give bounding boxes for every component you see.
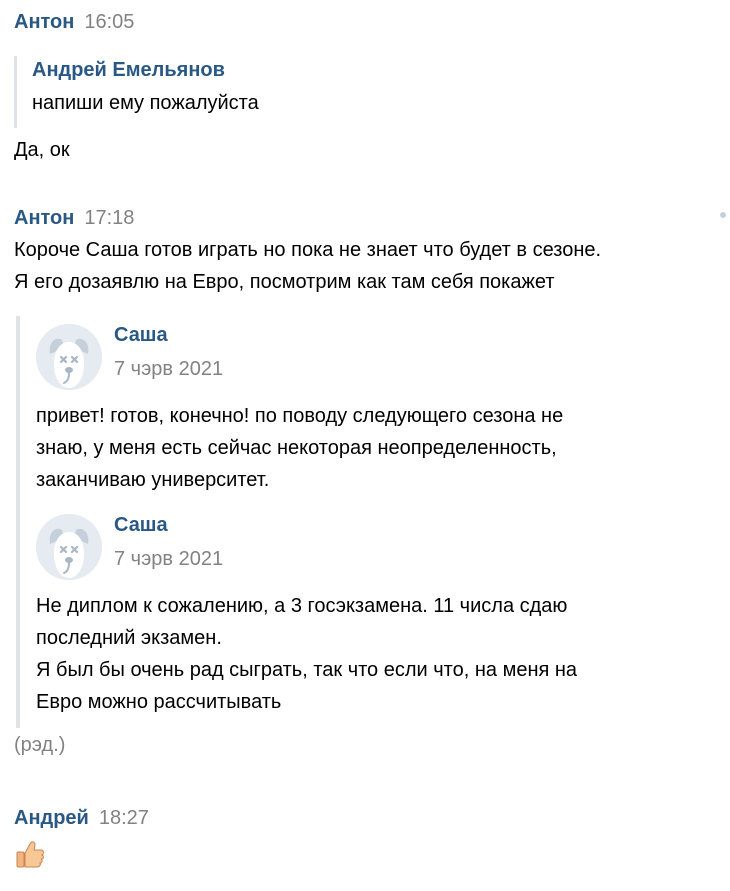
forwarded-author[interactable]: Саша xyxy=(114,322,168,348)
thumbs-up-icon xyxy=(14,838,46,870)
forwarded-text-line: Я был бы очень рад сыграть, так что если… xyxy=(36,659,578,681)
message-text: Да, ок xyxy=(14,139,70,161)
quote-author[interactable]: Андрей Емельянов xyxy=(32,56,259,84)
message-header: Антон 17:18 xyxy=(14,206,720,230)
author-name[interactable]: Антон xyxy=(14,207,74,229)
forwarded-date[interactable]: 7 чэрв 2021 xyxy=(114,546,223,572)
message-time[interactable]: 18:27 xyxy=(99,807,149,829)
forwarded-text-line: последний экзамен. xyxy=(36,627,222,649)
message-time[interactable]: 16:05 xyxy=(84,11,134,33)
avatar[interactable] xyxy=(36,514,102,580)
forwarded-text-line: Не диплом к сожалению, а 3 госэкзамена. … xyxy=(36,595,568,617)
forwarded-text: привет! готов, конечно! по поводу следую… xyxy=(36,400,563,496)
avatar[interactable] xyxy=(36,324,102,390)
forwarded-text: Не диплом к сожалению, а 3 госэкзамена. … xyxy=(36,590,577,718)
forwarded-text-line: заканчиваю университет. xyxy=(36,469,270,491)
chat-history: Антон 16:05 Андрей Емельянов напиши ему п… xyxy=(0,0,730,891)
message-text-line: Короче Саша готов играть но пока не знае… xyxy=(14,239,602,261)
author-name[interactable]: Антон xyxy=(14,11,74,33)
message-group: Антон 16:05 Андрей Емельянов напиши ему п… xyxy=(14,10,720,161)
deactivated-dog-icon xyxy=(36,514,102,580)
deactivated-dog-icon xyxy=(36,324,102,390)
forwarded-messages: Саша 7 чэрв 2021 привет! готов, конечно!… xyxy=(16,316,720,728)
message-header: Антон 16:05 xyxy=(14,10,720,34)
message-group: Андрей 18:27 xyxy=(14,806,720,868)
message-header: Андрей 18:27 xyxy=(14,806,720,830)
forwarded-author[interactable]: Саша xyxy=(114,512,168,538)
forwarded-text-line: знаю, у меня есть сейчас некоторая неопр… xyxy=(36,437,557,459)
forwarded-text-line: Евро можно рассчитывать xyxy=(36,691,282,713)
quote-text: напиши ему пожалуйста xyxy=(32,92,259,114)
message-text-line: Я его дозаявлю на Евро, посмотрим как та… xyxy=(14,271,555,293)
quoted-message[interactable]: Андрей Емельянов напиши ему пожалуйста xyxy=(14,56,259,128)
author-name[interactable]: Андрей xyxy=(14,807,89,829)
message-body: Короче Саша готов играть но пока не знае… xyxy=(14,234,601,298)
forwarded-text-line: привет! готов, конечно! по поводу следую… xyxy=(36,405,564,427)
edited-marker[interactable]: (рэд.) xyxy=(14,732,65,758)
message-time[interactable]: 17:18 xyxy=(84,207,134,229)
unread-dot-icon xyxy=(720,212,726,218)
message-group: Антон 17:18 Короче Саша готов играть но п… xyxy=(14,206,726,756)
forwarded-date[interactable]: 7 чэрв 2021 xyxy=(114,356,223,382)
